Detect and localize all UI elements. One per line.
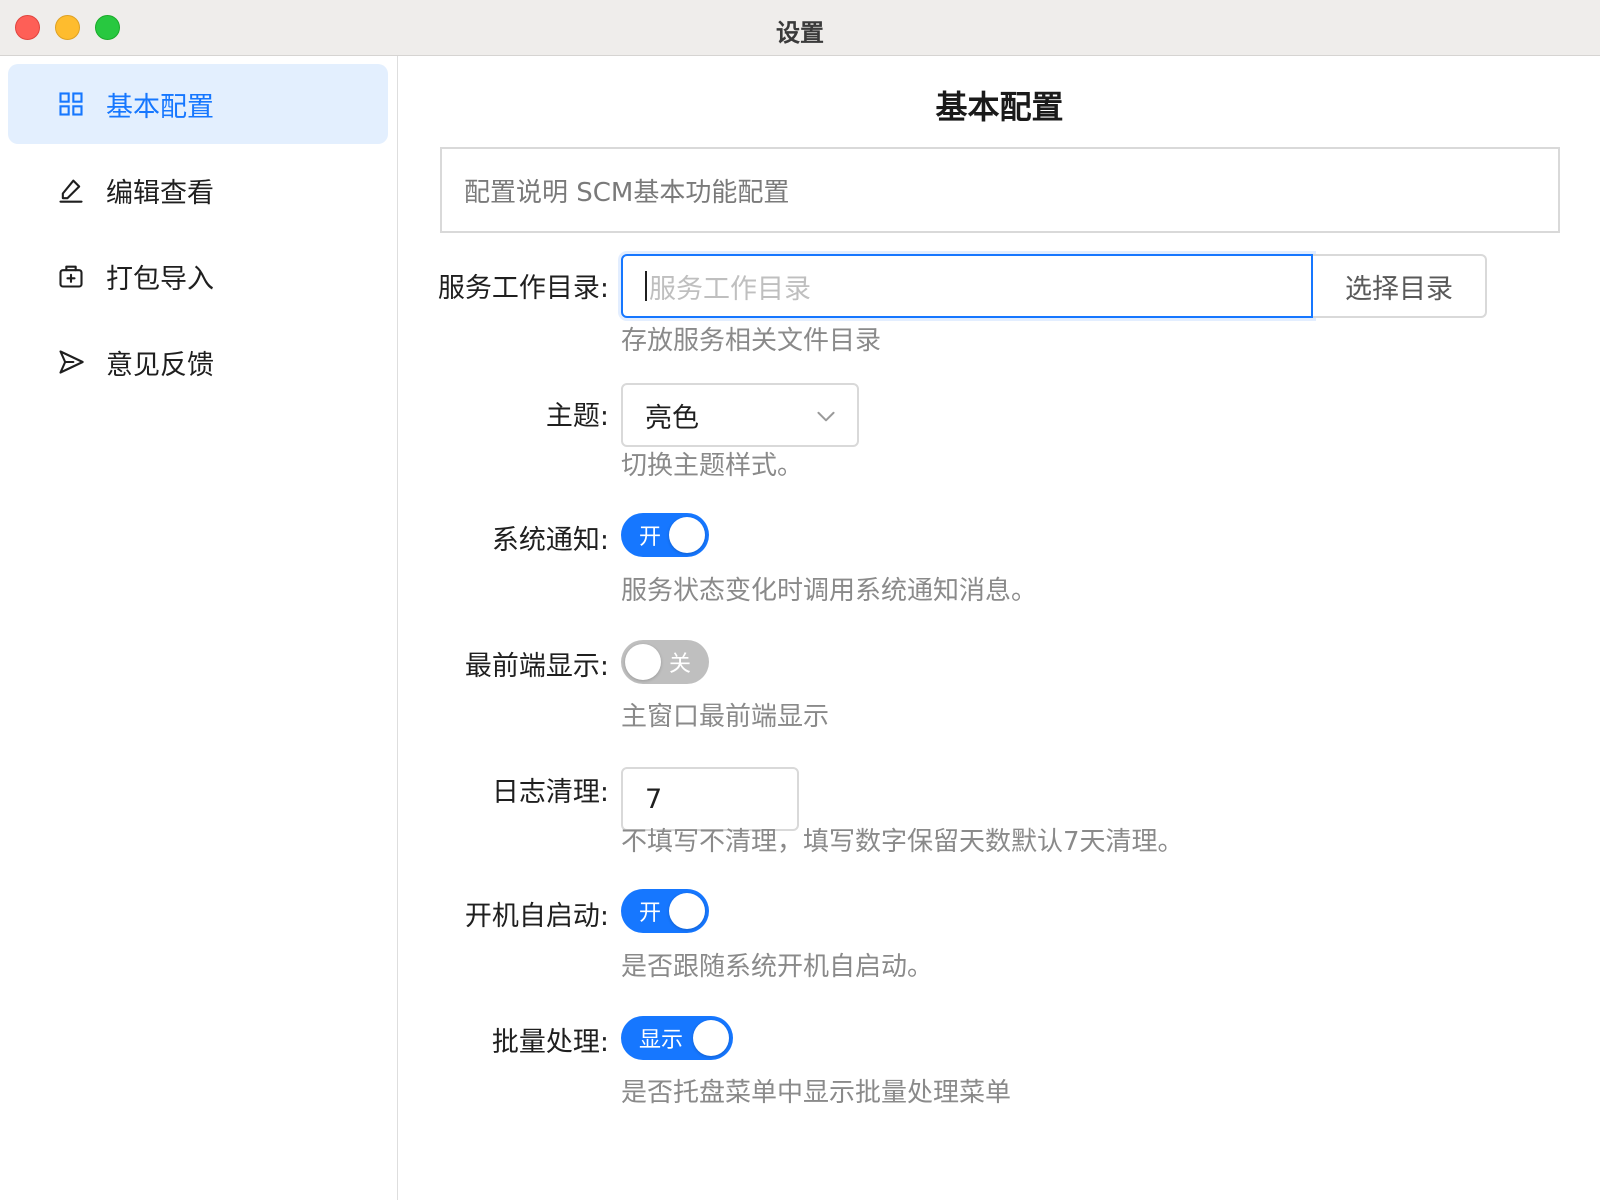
sidebar: 基本配置 编辑查看 打包导入 意见反馈 (0, 56, 398, 1200)
always-on-top-toggle[interactable]: 关 (621, 640, 709, 684)
description-box: 配置说明 SCM基本功能配置 (440, 147, 1560, 233)
toggle-text: 显示 (639, 1028, 684, 1053)
main-content: 基本配置 配置说明 SCM基本功能配置 服务工作目录: 服务工作目录 选择目录 … (399, 56, 1600, 1200)
sidebar-item-basic-config[interactable]: 基本配置 (8, 64, 388, 144)
batch-label: 批量处理: (491, 1027, 609, 1058)
log-clean-help: 不填写不清理，填写数字保留天数默认7天清理。 (621, 827, 1184, 857)
auto-start-label: 开机自启动: (464, 901, 609, 932)
package-add-icon (56, 261, 86, 291)
grid-icon (56, 89, 86, 119)
theme-select[interactable]: 亮色 (621, 383, 859, 447)
window-title: 设置 (776, 19, 824, 47)
sidebar-item-package-import[interactable]: 打包导入 (8, 236, 388, 316)
sidebar-item-feedback[interactable]: 意见反馈 (8, 322, 388, 402)
sidebar-item-label: 意见反馈 (106, 349, 214, 381)
choose-directory-button[interactable]: 选择目录 (1313, 254, 1487, 318)
log-clean-value: 7 (645, 783, 663, 815)
theme-label: 主题: (545, 401, 609, 432)
edit-icon (56, 175, 86, 205)
theme-help: 切换主题样式。 (621, 451, 804, 481)
log-clean-label: 日志清理: (491, 777, 609, 808)
toggle-knob (625, 644, 661, 680)
toggle-knob (693, 1020, 729, 1056)
chevron-down-icon (817, 411, 835, 422)
auto-start-toggle[interactable]: 开 (621, 889, 709, 933)
toggle-text: 开 (639, 901, 662, 926)
system-notify-help: 服务状态变化时调用系统通知消息。 (621, 576, 1038, 606)
page-title: 基本配置 (935, 88, 1064, 126)
sidebar-item-label: 打包导入 (106, 263, 214, 295)
sidebar-item-label: 编辑查看 (106, 177, 214, 209)
always-on-top-label: 最前端显示: (464, 651, 609, 682)
sidebar-item-label: 基本配置 (106, 91, 214, 123)
text-caret (645, 271, 647, 301)
title-bar: 设置 (0, 0, 1600, 56)
send-icon (56, 347, 86, 377)
toggle-text: 关 (669, 652, 692, 677)
work-dir-placeholder: 服务工作目录 (649, 273, 811, 305)
system-notify-toggle[interactable]: 开 (621, 513, 709, 557)
toggle-text: 开 (639, 525, 662, 550)
toggle-knob (669, 517, 705, 553)
batch-toggle[interactable]: 显示 (621, 1016, 733, 1060)
always-on-top-help: 主窗口最前端显示 (621, 702, 830, 732)
sidebar-item-edit-view[interactable]: 编辑查看 (8, 150, 388, 230)
system-notify-label: 系统通知: (491, 525, 609, 556)
work-dir-label: 服务工作目录: (437, 273, 609, 304)
work-dir-input[interactable]: 服务工作目录 (621, 254, 1313, 318)
toggle-knob (669, 893, 705, 929)
batch-help: 是否托盘菜单中显示批量处理菜单 (621, 1078, 1012, 1108)
theme-selected-value: 亮色 (645, 402, 699, 434)
auto-start-help: 是否跟随系统开机自启动。 (621, 952, 934, 982)
work-dir-help: 存放服务相关文件目录 (621, 326, 882, 356)
